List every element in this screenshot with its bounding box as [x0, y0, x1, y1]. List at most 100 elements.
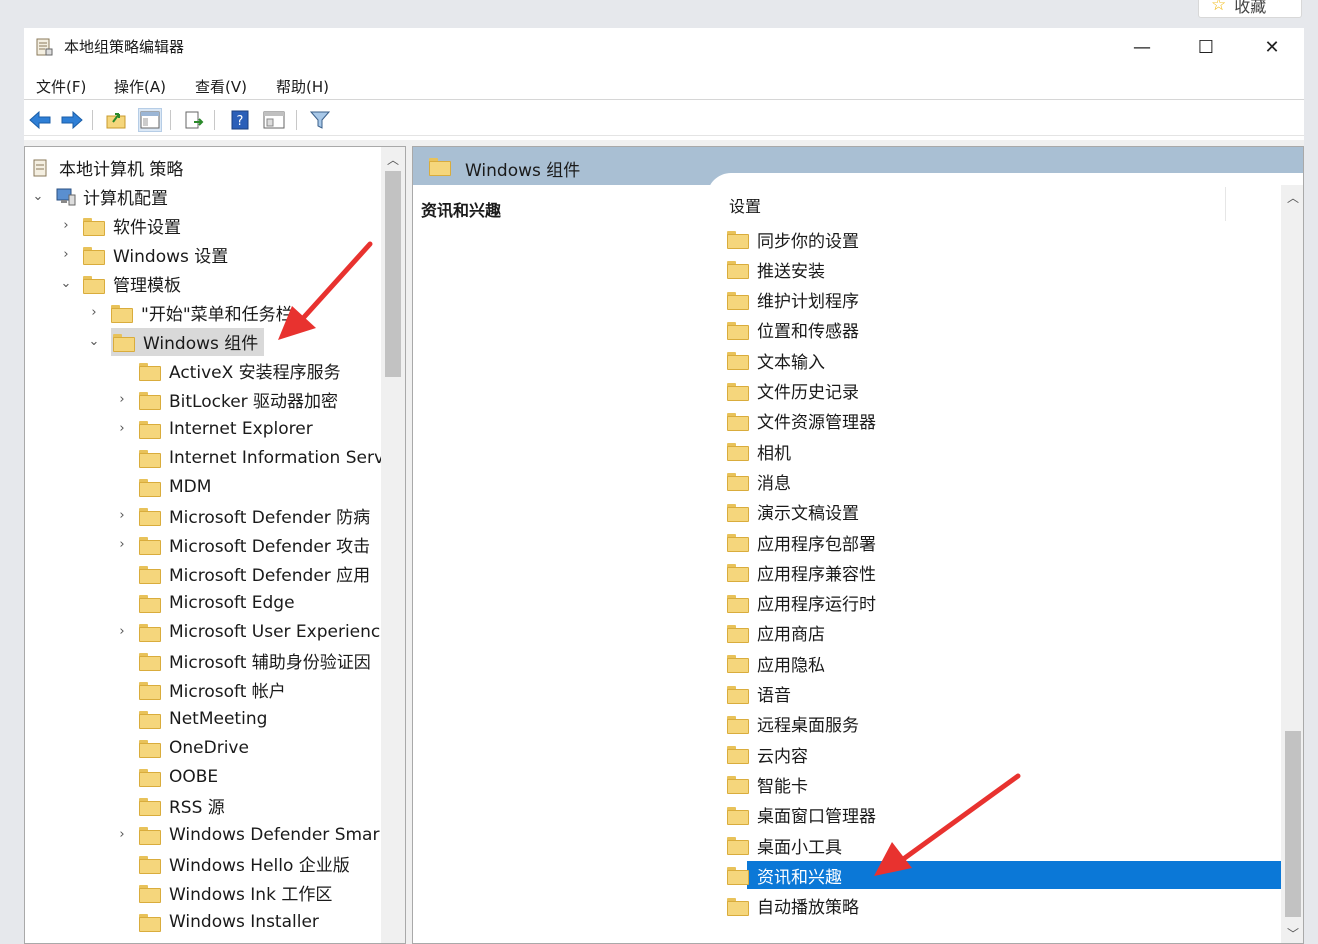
tree-item[interactable]: › Windows Defender Smar [115, 820, 379, 849]
list-item[interactable]: 维护计划程序 [723, 286, 1281, 314]
export-list-button[interactable] [182, 108, 206, 132]
tree-scrollbar[interactable]: ︿ [381, 147, 405, 943]
tree-item[interactable]: Windows Installer [115, 907, 319, 936]
forward-button[interactable] [60, 108, 84, 132]
list-item[interactable]: 智能卡 [723, 770, 1281, 798]
menu-file[interactable]: 文件(F) [36, 76, 86, 97]
scroll-thumb[interactable] [1285, 731, 1301, 917]
tree-item[interactable]: Internet Information Serv [115, 443, 384, 472]
folder-icon [139, 391, 161, 410]
tree-item[interactable]: Microsoft 帐户 [115, 675, 286, 704]
tree-start-menu[interactable]: › "开始"菜单和任务栏 [87, 298, 293, 327]
tree-item[interactable]: Windows Media Player [115, 936, 360, 943]
chevron-right-icon[interactable]: › [87, 305, 101, 320]
maximize-button[interactable]: ☐ [1174, 28, 1238, 66]
tree-item[interactable]: ActiveX 安装程序服务 [115, 356, 341, 385]
list-item[interactable]: 远程桌面服务 [723, 710, 1281, 738]
tree-item[interactable]: Microsoft Edge [115, 588, 295, 617]
tree-computer-config[interactable]: ⌄ 计算机配置 [31, 182, 168, 211]
details-scrollbar[interactable]: ︿ ﹀ [1281, 185, 1303, 943]
list-item-label: 应用程序包部署 [757, 534, 876, 555]
list-item[interactable]: 桌面小工具 [723, 831, 1281, 859]
chevron-right-icon[interactable]: › [115, 508, 129, 523]
list-item[interactable]: 应用隐私 [723, 649, 1281, 677]
menu-view[interactable]: 查看(V) [195, 76, 247, 97]
list-item[interactable]: 语音 [723, 680, 1281, 708]
properties-button[interactable] [262, 108, 286, 132]
tree-item[interactable]: Microsoft 辅助身份验证因 [115, 646, 371, 675]
tree-item[interactable]: › Microsoft Defender 攻击 [115, 530, 370, 559]
filter-button[interactable] [308, 108, 332, 132]
back-button[interactable] [28, 108, 52, 132]
scroll-up-icon[interactable]: ︿ [1287, 189, 1299, 206]
tree-item[interactable]: Windows Hello 企业版 [115, 849, 350, 878]
tree-software-settings-label: 软件设置 [113, 218, 181, 238]
tree-root[interactable]: 本地计算机 策略 [31, 153, 183, 182]
column-header-settings[interactable]: 设置 [729, 193, 761, 217]
chevron-right-icon[interactable]: › [115, 537, 129, 552]
tree-item[interactable]: Microsoft Defender 应用 [115, 559, 370, 588]
list-item[interactable]: 文本输入 [723, 346, 1281, 374]
list-item[interactable]: 自动播放策略 [723, 892, 1281, 920]
tree-item[interactable]: OneDrive [115, 733, 249, 762]
folder-icon [727, 443, 749, 462]
list-item[interactable]: 消息 [723, 467, 1281, 495]
list-item-selected[interactable]: 资讯和兴趣 [723, 861, 1281, 889]
list-item[interactable]: 演示文稿设置 [723, 498, 1281, 526]
list-item[interactable]: 位置和传感器 [723, 316, 1281, 344]
list-item[interactable]: 应用程序运行时 [723, 589, 1281, 617]
tree-item[interactable]: › Microsoft User Experienc [115, 617, 380, 646]
list-item[interactable]: 推送安装 [723, 255, 1281, 283]
list-item[interactable]: 文件历史记录 [723, 377, 1281, 405]
tree-windows-components[interactable]: ⌄ Windows 组件 [87, 327, 265, 356]
scroll-thumb[interactable] [385, 171, 401, 377]
gpedit-window: 本地组策略编辑器 — ☐ ✕ 文件(F) 操作(A) 查看(V) 帮助(H) ? [24, 28, 1304, 944]
list-item[interactable]: 云内容 [723, 740, 1281, 768]
tree-item[interactable]: NetMeeting [115, 704, 267, 733]
list-item[interactable]: 应用程序包部署 [723, 528, 1281, 556]
tree-item[interactable]: › Internet Explorer [115, 414, 313, 443]
menu-action[interactable]: 操作(A) [114, 76, 166, 97]
help-button[interactable]: ? [228, 108, 252, 132]
up-folder-button[interactable] [104, 108, 128, 132]
close-button[interactable]: ✕ [1240, 28, 1304, 66]
chevron-down-icon[interactable]: ⌄ [59, 276, 73, 291]
list-item[interactable]: 同步你的设置 [723, 225, 1281, 253]
menu-help[interactable]: 帮助(H) [276, 76, 329, 97]
favorite-button[interactable]: ☆ 收藏 [1198, 0, 1302, 18]
tree-item[interactable]: OOBE [115, 762, 218, 791]
minimize-button[interactable]: — [1110, 28, 1174, 66]
chevron-right-icon[interactable]: › [115, 624, 129, 639]
tree-item[interactable]: Windows Ink 工作区 [115, 878, 332, 907]
tree-admin-templates[interactable]: ⌄ 管理模板 [59, 269, 181, 298]
filter-icon [309, 111, 331, 129]
list-item[interactable]: 桌面窗口管理器 [723, 801, 1281, 829]
tree-item[interactable]: RSS 源 [115, 791, 225, 820]
scroll-down-icon[interactable]: ﹀ [1287, 925, 1299, 942]
tree-windows-settings[interactable]: › Windows 设置 [59, 240, 228, 269]
tree-item[interactable]: › Microsoft Defender 防病 [115, 501, 370, 530]
tree-item[interactable]: › BitLocker 驱动器加密 [115, 385, 338, 414]
list-item[interactable]: 应用商店 [723, 619, 1281, 647]
folder-icon [139, 884, 161, 903]
chevron-right-icon[interactable]: › [59, 218, 73, 233]
tree-software-settings[interactable]: › 软件设置 [59, 211, 181, 240]
show-tree-button[interactable] [138, 108, 162, 132]
chevron-right-icon[interactable]: › [115, 392, 129, 407]
folder-icon [727, 291, 749, 310]
tree-computer-config-label: 计算机配置 [83, 189, 168, 209]
tree-item[interactable]: MDM [115, 472, 211, 501]
chevron-right-icon[interactable]: › [59, 247, 73, 262]
list-item[interactable]: 文件资源管理器 [723, 407, 1281, 435]
chevron-down-icon[interactable]: ⌄ [87, 334, 101, 349]
chevron-right-icon[interactable]: › [115, 827, 129, 842]
list-item[interactable]: 应用程序兼容性 [723, 558, 1281, 586]
chevron-right-icon[interactable]: › [115, 421, 129, 436]
list-item[interactable]: 相机 [723, 437, 1281, 465]
tree-start-menu-label: "开始"菜单和任务栏 [141, 305, 293, 325]
chevron-down-icon[interactable]: ⌄ [31, 189, 45, 204]
scroll-up-icon[interactable]: ︿ [387, 151, 399, 168]
